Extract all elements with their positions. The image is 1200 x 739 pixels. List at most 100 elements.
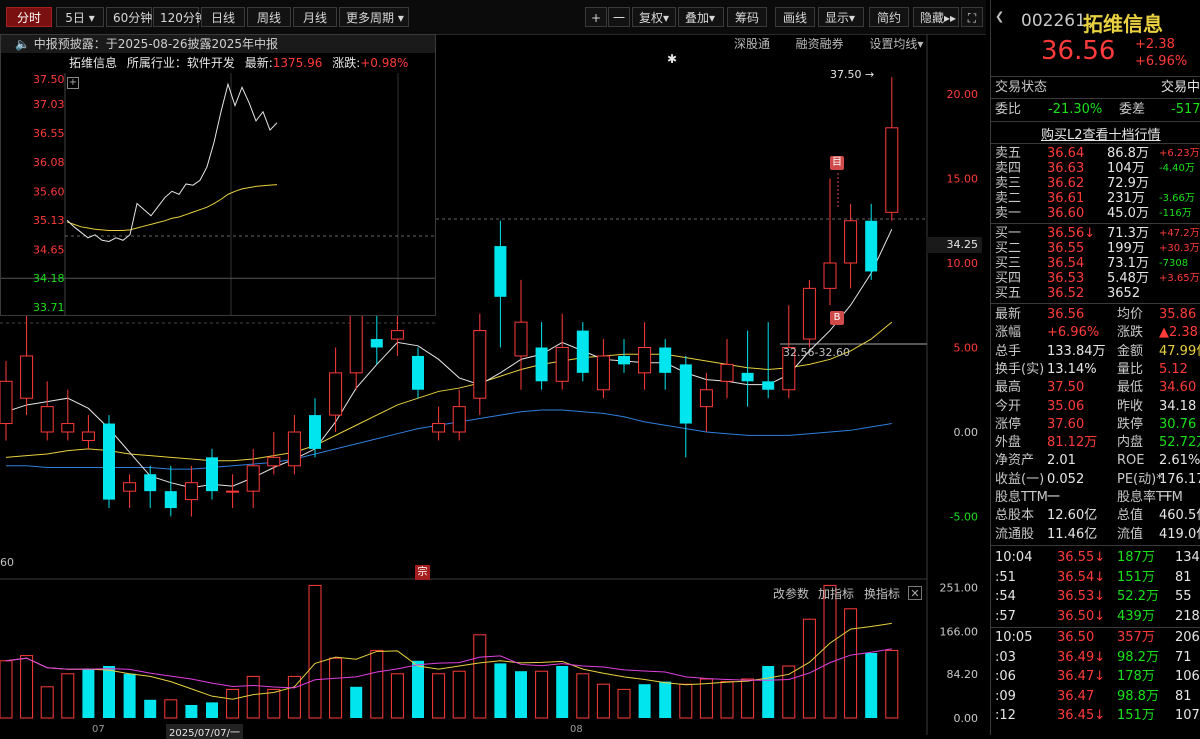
zoom-in-button[interactable]: + <box>585 7 607 27</box>
order-price: 36.56↓ <box>1047 226 1096 241</box>
tick-row[interactable]: :12 36.45↓ 151万 107 <box>991 708 1200 724</box>
draw-button[interactable]: 画线 <box>775 7 815 27</box>
minute-y-tick: 34.65 <box>33 243 65 256</box>
tick-time: :03 <box>995 649 1016 665</box>
buy-order-row: 买一 36.56↓ 71.3万 +47.2万 <box>991 226 1200 242</box>
stat-label: 跌停 <box>1117 416 1144 432</box>
candle <box>802 279 816 348</box>
chevron-down-icon: ▾ <box>849 11 856 25</box>
tick-volume: 357万 <box>1117 630 1155 645</box>
chevron-down-icon: ▾ <box>397 11 404 25</box>
stat-label: 涨跌 <box>1117 325 1144 341</box>
x-label-07: 07 <box>92 724 105 735</box>
status-value: 交易中 <box>1161 80 1200 95</box>
zoom-out-button[interactable]: 一 <box>608 7 630 27</box>
candle-body <box>206 457 218 492</box>
candle-body <box>452 406 466 433</box>
candle <box>555 313 569 390</box>
buy-marker[interactable]: B <box>830 311 844 325</box>
stat-row: 股息TTM 一股息率TTM 一 <box>991 490 1200 506</box>
volume-bar <box>762 666 775 718</box>
candle-body <box>246 465 260 492</box>
tab-5day[interactable]: 5日 ▾ <box>56 7 104 27</box>
tab-daily[interactable]: 日线 <box>201 7 245 27</box>
stat-label: PE(动)* <box>1117 471 1163 487</box>
edit-params-button[interactable]: 改参数 <box>773 585 809 602</box>
display-button[interactable]: 显示▾ <box>818 7 864 27</box>
order-volume: 72.9万 <box>1107 176 1149 191</box>
volume-axis-tick: 166.00 <box>940 626 979 639</box>
order-volume: 231万 <box>1107 191 1145 206</box>
tick-row[interactable]: :09 36.47 98.8万 81 <box>991 689 1200 705</box>
minute-y-tick: 35.13 <box>33 214 65 227</box>
stat-value: 12.60亿 <box>1047 508 1098 524</box>
l2-upgrade-link[interactable]: 购买L2查看十档行情 <box>1041 124 1161 143</box>
tick-row[interactable]: 10:04 36.55↓ 187万 134 <box>991 550 1200 566</box>
tick-row[interactable]: 10:05 36.50 357万 206 <box>991 630 1200 646</box>
right-axis-tick: 15.00 <box>947 173 979 186</box>
chips-button[interactable]: 筹码 <box>727 7 767 27</box>
tick-row[interactable]: :51 36.54↓ 151万 81 <box>991 570 1200 586</box>
volume-bar <box>246 675 260 719</box>
candle-body <box>555 347 569 382</box>
tick-row[interactable]: :03 36.49↓ 98.2万 71 <box>991 650 1200 666</box>
switch-indicator-button[interactable]: 换指标 <box>864 585 900 602</box>
overlay-button[interactable]: 叠加▾ <box>678 7 724 27</box>
hide-button[interactable]: 隐藏▸▸ <box>913 7 959 27</box>
tab-intraday[interactable]: 分时 <box>6 7 52 27</box>
volume-bar <box>865 653 878 718</box>
tick-row[interactable]: :54 36.53↓ 52.2万 55 <box>991 589 1200 605</box>
stat-value: 52.72万 <box>1159 435 1200 451</box>
volume-bar <box>144 699 157 718</box>
candle <box>412 347 424 399</box>
candle <box>329 347 343 432</box>
stat-row: 最高 37.50 最低 34.60 <box>991 380 1200 396</box>
close-icon[interactable]: ✕ <box>908 586 922 600</box>
order-price: 36.52 <box>1047 286 1085 301</box>
tick-row[interactable]: :57 36.50↓ 439万 218 <box>991 609 1200 625</box>
candle-body <box>679 364 692 424</box>
stat-label: 今开 <box>995 398 1022 414</box>
plus-icon[interactable]: + <box>67 77 79 89</box>
tab-monthly[interactable]: 月线 <box>293 7 337 27</box>
volume-bar <box>226 688 240 719</box>
tab-more-periods[interactable]: 更多周期 ▾ <box>339 7 409 27</box>
fullscreen-icon[interactable]: ⛶ <box>961 7 983 27</box>
quote-panel: ❮ 002261 拓维信息 36.56 +2.38 +6.96% 交易状态 交易… <box>990 0 1200 735</box>
high-price-label: 37.50 → <box>830 68 874 81</box>
candle <box>679 355 692 458</box>
earnings-notice[interactable]: 🔈 中报预披露：于2025-08-26披露2025年中报 <box>1 35 435 53</box>
add-indicator-button[interactable]: 加指标 <box>818 585 854 602</box>
target-marker[interactable]: 目 <box>830 156 844 170</box>
stat-value: 2.01 <box>1047 453 1076 469</box>
tick-count: 81 <box>1175 569 1192 585</box>
order-delta: +6.23万 <box>1159 148 1200 159</box>
minute-y-tick: 37.50 <box>33 73 65 86</box>
adjust-button[interactable]: 复权▾ <box>632 7 676 27</box>
candle <box>40 381 54 441</box>
order-label: 买五 <box>995 286 1022 301</box>
order-price: 36.55 <box>1047 241 1085 256</box>
top-toolbar: 分时 5日 ▾ 60分钟 120分钟 日线 周线 月线 更多周期 ▾ + 一 复… <box>0 0 986 35</box>
buy-order-row: 买四 36.53 5.48万 +3.65万 <box>991 271 1200 287</box>
tick-volume: 151万 <box>1117 708 1155 723</box>
order-price: 36.61 <box>1047 191 1085 206</box>
candle-body <box>390 330 404 340</box>
tick-row[interactable]: :06 36.47↓ 178万 106 <box>991 669 1200 685</box>
stat-value: 34.60 <box>1159 380 1197 396</box>
back-icon[interactable]: ❮ <box>995 10 1004 23</box>
simple-button[interactable]: 简约 <box>869 7 909 27</box>
stock-price: 36.56 <box>1041 36 1116 66</box>
volume-bar <box>515 671 527 718</box>
tab-weekly[interactable]: 周线 <box>247 7 291 27</box>
arrow-right-icon: → <box>865 68 875 81</box>
stat-label: 股息TTM <box>995 490 1048 505</box>
event-marker[interactable]: 宗 <box>415 565 430 580</box>
candle-body <box>0 380 13 425</box>
intraday-mini-panel[interactable]: 🔈 中报预披露：于2025-08-26披露2025年中报 拓维信息 所属行业：软… <box>0 34 436 316</box>
stat-label: 内盘 <box>1117 435 1144 451</box>
stat-label: 总股本 <box>995 508 1035 524</box>
tab-60min[interactable]: 60分钟 <box>106 7 152 27</box>
tab-120min[interactable]: 120分钟 <box>153 7 207 27</box>
candle <box>287 415 301 475</box>
